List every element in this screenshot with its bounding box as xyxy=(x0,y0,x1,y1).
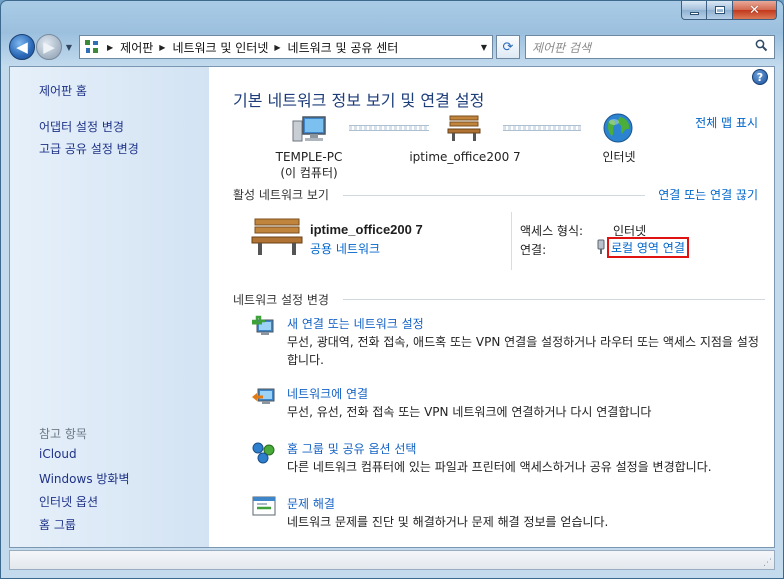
resize-grip-icon[interactable]: ⋰ xyxy=(763,558,772,568)
task-connect-network-desc: 무선, 유선, 전화 접속 또는 VPN 네트워크에 연결하거나 다시 연결합니… xyxy=(287,405,652,419)
address-dropdown-icon[interactable]: ▼ xyxy=(476,43,492,52)
computer-icon xyxy=(291,115,327,148)
internet-globe-icon xyxy=(602,112,634,147)
section-divider xyxy=(343,299,765,300)
status-bar: ⋰ xyxy=(9,550,775,570)
network-bench-icon xyxy=(251,215,303,260)
breadcrumb-control-panel[interactable]: 제어판 xyxy=(120,39,153,56)
sidebar-item-windows-firewall[interactable]: Windows 방화벽 xyxy=(39,470,130,487)
active-networks-heading: 활성 네트워크 보기 xyxy=(233,188,329,202)
forward-arrow-icon: ▶ xyxy=(43,38,55,56)
caption-buttons: ✕ xyxy=(681,1,777,20)
refresh-button[interactable]: ⟳ xyxy=(496,35,520,59)
minimize-button[interactable] xyxy=(681,1,707,20)
homegroup-icon xyxy=(251,440,277,467)
ethernet-icon xyxy=(596,239,606,258)
control-panel-icon xyxy=(83,39,101,55)
minimize-icon xyxy=(689,11,699,15)
task-troubleshoot-link[interactable]: 문제 해결 xyxy=(287,495,335,512)
sidebar-item-change-adapter-settings[interactable]: 어댑터 설정 변경 xyxy=(39,118,124,135)
computer-sub: (이 컴퓨터) xyxy=(280,166,338,180)
computer-name: TEMPLE-PC xyxy=(275,150,343,164)
connect-disconnect-link[interactable]: 연결 또는 연결 끊기 xyxy=(658,186,758,203)
breadcrumb-separator-icon[interactable]: ▶ xyxy=(274,43,280,52)
breadcrumb-separator-icon[interactable]: ▶ xyxy=(107,43,113,52)
task-homegroup-desc: 다른 네트워크 컴퓨터에 있는 파일과 프린터에 액세스하거나 공유 설정을 변… xyxy=(287,460,712,474)
bench-icon xyxy=(447,113,481,146)
task-connect-network-link[interactable]: 네트워크에 연결 xyxy=(287,385,368,402)
internet-label: 인터넷 xyxy=(602,150,636,164)
network-sharing-center-window: ✕ ◀ ▶ ▼ ▶ 제어판 ▶ 네트워크 및 인터넷 ▶ 네트워크 및 공유 센… xyxy=(0,0,784,579)
back-arrow-icon: ◀ xyxy=(16,38,28,56)
connect-network-icon xyxy=(251,385,277,412)
maximize-button[interactable] xyxy=(707,1,733,20)
map-connector-line xyxy=(349,125,429,131)
breadcrumb-network-sharing-center[interactable]: 네트워크 및 공유 센터 xyxy=(288,39,399,56)
search-placeholder: 제어판 검색 xyxy=(532,40,592,55)
sidebar-item-internet-options[interactable]: 인터넷 옵션 xyxy=(39,493,98,510)
maximize-icon xyxy=(714,6,725,14)
access-type-label: 액세스 형식: xyxy=(520,224,584,238)
address-bar[interactable]: ▶ 제어판 ▶ 네트워크 및 인터넷 ▶ 네트워크 및 공유 센터 ▼ xyxy=(79,35,493,59)
section-divider xyxy=(343,195,645,196)
new-connection-icon xyxy=(251,315,277,342)
map-network-name: iptime_office200 7 xyxy=(409,150,521,164)
network-type-link[interactable]: 공용 네트워크 xyxy=(310,240,380,257)
full-map-link[interactable]: 전체 맵 표시 xyxy=(695,114,758,131)
sidebar: 제어판 홈 어댑터 설정 변경 고급 공유 설정 변경 참고 항목 iCloud… xyxy=(10,67,209,547)
help-icon[interactable]: ? xyxy=(752,69,768,85)
sidebar-item-control-panel-home[interactable]: 제어판 홈 xyxy=(39,82,87,99)
vertical-divider xyxy=(511,212,512,270)
sidebar-item-homegroup[interactable]: 홈 그룹 xyxy=(39,516,76,533)
close-button[interactable]: ✕ xyxy=(733,1,777,20)
breadcrumb-separator-icon[interactable]: ▶ xyxy=(159,43,165,52)
task-new-connection-link[interactable]: 새 연결 또는 네트워크 설정 xyxy=(287,315,424,332)
task-homegroup-link[interactable]: 홈 그룹 및 공유 옵션 선택 xyxy=(287,440,416,457)
connections-label: 연결: xyxy=(520,243,547,257)
recent-pages-dropdown[interactable]: ▼ xyxy=(63,43,75,52)
search-box[interactable]: 제어판 검색 xyxy=(525,35,775,59)
local-area-connection-link[interactable]: 로컬 영역 연결 xyxy=(607,237,689,258)
refresh-icon: ⟳ xyxy=(502,39,514,55)
close-icon: ✕ xyxy=(749,2,760,18)
change-settings-heading: 네트워크 설정 변경 xyxy=(233,293,329,307)
breadcrumb-network-internet[interactable]: 네트워크 및 인터넷 xyxy=(172,39,268,56)
task-troubleshoot-desc: 네트워크 문제를 진단 및 해결하거나 문제 해결 정보를 얻습니다. xyxy=(287,515,609,529)
page-title: 기본 네트워크 정보 보기 및 연결 설정 xyxy=(233,91,485,110)
sidebar-item-advanced-sharing-settings[interactable]: 고급 공유 설정 변경 xyxy=(39,140,139,157)
see-also-heading: 참고 항목 xyxy=(39,427,87,441)
main-panel: ? 기본 네트워크 정보 보기 및 연결 설정 전체 맵 표시 TEMPLE-P… xyxy=(209,67,774,547)
active-network-name: iptime_office200 7 xyxy=(310,222,423,237)
computer-name-label: TEMPLE-PC (이 컴퓨터) xyxy=(265,149,353,181)
sidebar-item-icloud[interactable]: iCloud xyxy=(39,447,77,461)
content-frame: 제어판 홈 어댑터 설정 변경 고급 공유 설정 변경 참고 항목 iCloud… xyxy=(9,66,775,548)
forward-button[interactable]: ▶ xyxy=(36,34,62,60)
troubleshoot-icon xyxy=(251,495,277,522)
search-icon[interactable] xyxy=(755,39,768,55)
map-connector-line xyxy=(503,125,581,131)
task-new-connection-desc: 무선, 광대역, 전화 접속, 애드혹 또는 VPN 연결을 설정하거나 라우터… xyxy=(287,335,759,367)
back-button[interactable]: ◀ xyxy=(9,34,35,60)
navigation-bar: ◀ ▶ ▼ ▶ 제어판 ▶ 네트워크 및 인터넷 ▶ 네트워크 및 공유 센터 … xyxy=(9,32,775,62)
